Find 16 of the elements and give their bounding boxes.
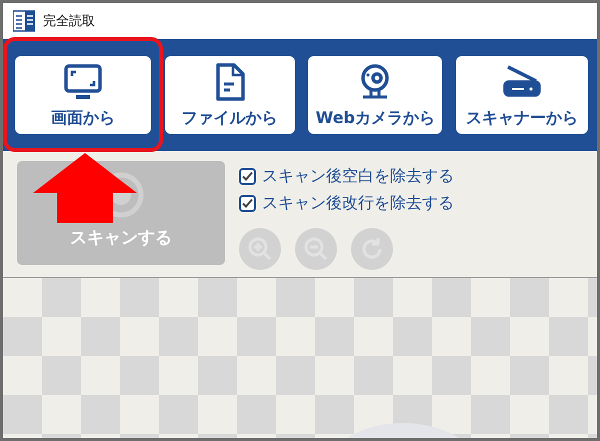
monitor-icon (63, 62, 103, 102)
source-button[interactable]: Webカメラから (308, 56, 442, 134)
checkbox[interactable] (239, 195, 256, 212)
source-button[interactable]: 画面から (15, 56, 151, 134)
arrow-icon (31, 153, 139, 225)
option-checkbox[interactable]: スキャン後空白を除去する (239, 164, 454, 189)
check-icon (242, 198, 253, 209)
option-checkbox[interactable]: スキャン後改行を除去する (239, 191, 454, 216)
source-button[interactable]: スキャナーから (456, 56, 588, 134)
source-button[interactable]: ファイルから (164, 56, 295, 134)
checkbox[interactable] (239, 168, 256, 185)
zoom-in-icon (246, 235, 274, 263)
zoom-out-icon (302, 235, 330, 263)
window-title: 完全読取 (43, 13, 95, 30)
app-logo-icon (13, 10, 35, 32)
check-icon (242, 171, 253, 182)
